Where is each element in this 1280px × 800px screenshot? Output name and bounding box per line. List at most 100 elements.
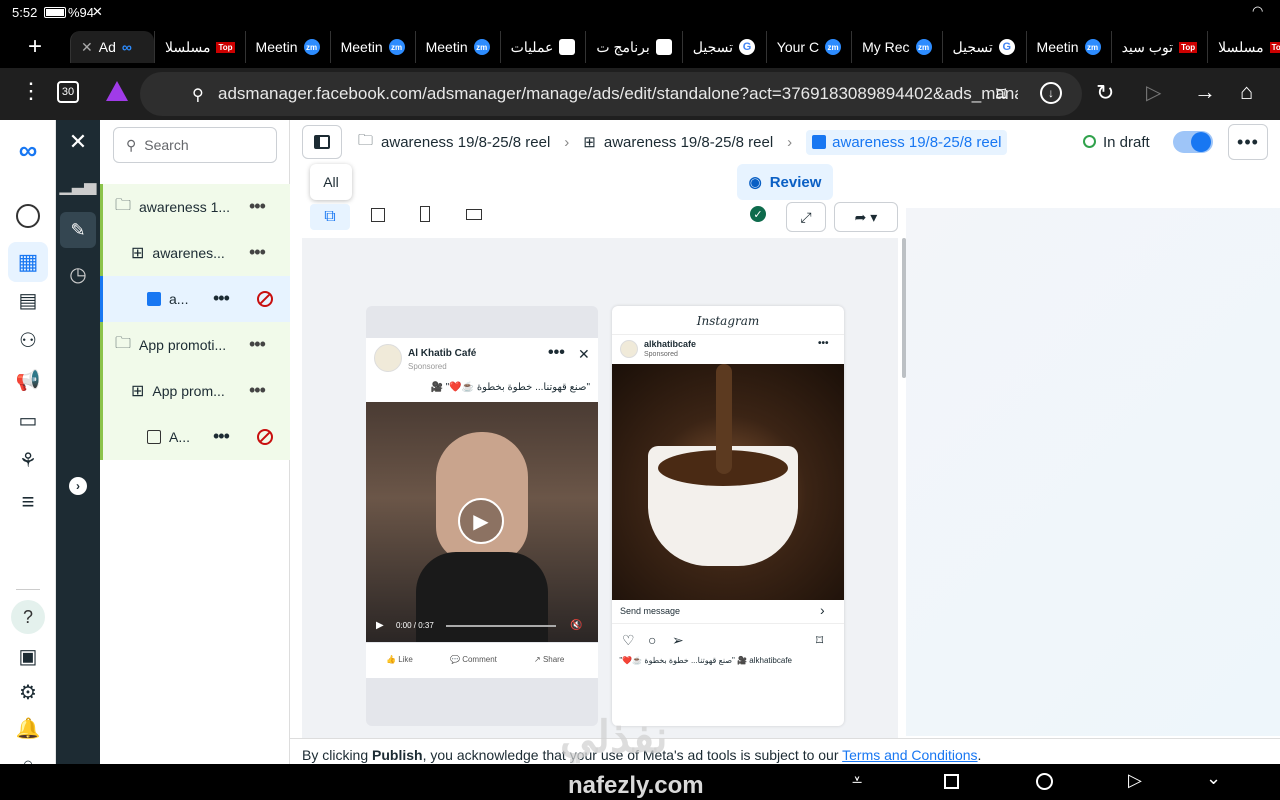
more-icon[interactable]: •••: [249, 334, 266, 355]
share-preview-button[interactable]: ➦ ▾: [834, 202, 898, 232]
video-progress[interactable]: [446, 625, 556, 627]
history-icon[interactable]: ◷: [60, 256, 96, 292]
share-button[interactable]: ↗ Share: [534, 655, 564, 664]
terms-link[interactable]: Terms and Conditions: [842, 747, 977, 763]
browser-tab[interactable]: عمليات: [499, 31, 586, 63]
browser-tab[interactable]: برنامج ت: [585, 31, 681, 63]
browser-tab[interactable]: مسلسلا Top: [1207, 31, 1280, 63]
recents-icon[interactable]: [944, 774, 959, 789]
google-icon: G: [998, 39, 1015, 55]
fb-video[interactable]: ▶ ▶ 0:00 / 0:37 🔇: [366, 402, 598, 642]
comment-button[interactable]: 💬 Comment: [450, 655, 497, 664]
more-options-button[interactable]: •••: [1228, 124, 1268, 160]
play-icon[interactable]: ▶: [458, 498, 504, 544]
browser-tab[interactable]: توب سيد Top: [1110, 31, 1208, 63]
browser-tab[interactable]: تسجيل G: [941, 31, 1026, 63]
browser-tab[interactable]: Meetin zm: [244, 31, 330, 63]
notifications-icon[interactable]: 🔔: [12, 712, 44, 744]
publish-toggle[interactable]: [1173, 131, 1213, 153]
all-tools-icon[interactable]: ≡: [12, 486, 44, 518]
more-icon[interactable]: •••: [213, 288, 230, 309]
keyboard-hide-icon[interactable]: ⩡: [852, 770, 862, 791]
pages-icon[interactable]: ▤: [12, 284, 44, 316]
back-nav-icon[interactable]: ▷: [1128, 770, 1142, 791]
more-icon[interactable]: •••: [249, 196, 266, 217]
chart-icon[interactable]: ▁▃▅: [60, 168, 97, 204]
home-icon[interactable]: ⌂: [1240, 79, 1253, 105]
reload-icon[interactable]: ↻: [1096, 80, 1114, 106]
browser-tab[interactable]: Your C zm: [765, 31, 851, 63]
edit-icon[interactable]: ✎: [60, 212, 96, 248]
forward-icon[interactable]: →: [1194, 79, 1216, 105]
browser-tab[interactable]: Meetin zm: [1025, 31, 1111, 63]
horizontal-format-icon[interactable]: [466, 209, 482, 220]
mute-icon: ✕: [92, 4, 103, 19]
fb-close-icon[interactable]: ✕: [578, 346, 590, 363]
address-bar[interactable]: ⚲ adsmanager.facebook.com/adsmanager/man…: [140, 72, 1082, 116]
campaigns-icon[interactable]: ▦: [8, 242, 48, 282]
site-settings-icon[interactable]: ⚲: [192, 85, 204, 105]
settings-icon[interactable]: ⚙: [12, 676, 44, 708]
browser-tab[interactable]: ✕ Ad ∞: [70, 31, 154, 63]
url-text[interactable]: adsmanager.facebook.com/adsmanager/manag…: [218, 84, 1018, 104]
instagram-preview: Instagram alkhatibcafe Sponsored ••• Sen…: [612, 306, 844, 726]
events-icon[interactable]: ⚘: [12, 444, 44, 476]
fb-more-icon[interactable]: •••: [548, 344, 565, 362]
campaign-tree: ⚲ Search 🗀 awareness 1... ••• ⊞ awarenes... •…: [100, 120, 290, 764]
comment-icon[interactable]: ○: [648, 632, 656, 648]
expand-preview-button[interactable]: ⤢: [786, 202, 826, 232]
ig-avatar: [620, 340, 638, 358]
tree-item-adset[interactable]: ⊞ awarenes... •••: [100, 230, 290, 276]
vertical-format-icon[interactable]: [420, 206, 430, 222]
new-tab-button[interactable]: +: [0, 26, 70, 68]
tab-count-button[interactable]: 30: [57, 81, 79, 103]
close-tab-icon[interactable]: ✕: [81, 39, 93, 56]
billing-icon[interactable]: ▭: [12, 404, 44, 436]
advertise-icon[interactable]: 📢: [12, 364, 44, 396]
expand-icon[interactable]: ›: [69, 477, 87, 495]
browser-tab[interactable]: My Rec zm: [851, 31, 941, 63]
square-format-icon[interactable]: [371, 208, 385, 222]
toggle-panel-button[interactable]: [302, 125, 342, 159]
tree-item-ad[interactable]: A... •••: [100, 414, 290, 460]
tree-item-campaign[interactable]: 🗀 App promoti... •••: [100, 322, 290, 368]
more-icon[interactable]: •••: [213, 426, 230, 447]
menu-icon[interactable]: ⋮: [20, 80, 42, 102]
browser-tab[interactable]: Meetin zm: [414, 31, 500, 63]
breadcrumb-campaign[interactable]: awareness 19/8-25/8 reel: [381, 134, 550, 151]
more-icon[interactable]: •••: [249, 242, 266, 263]
bookmark-icon[interactable]: ⌑: [996, 82, 1006, 107]
ig-more-icon[interactable]: •••: [818, 338, 829, 349]
audiences-icon[interactable]: ⚇: [12, 324, 44, 356]
heart-icon[interactable]: ♡: [622, 632, 635, 649]
help-icon[interactable]: ?: [11, 600, 45, 634]
all-placements-tab[interactable]: ⧉: [310, 204, 350, 230]
dashboard-icon[interactable]: [16, 204, 40, 228]
tree-item-adset[interactable]: ⊞ App prom... •••: [100, 368, 290, 414]
close-icon[interactable]: ✕: [60, 124, 96, 160]
video-play-icon[interactable]: ▶: [376, 620, 384, 631]
browser-tab[interactable]: تسجيل G: [681, 31, 766, 63]
meta-logo-icon[interactable]: ∞: [12, 134, 44, 166]
breadcrumb-ad[interactable]: awareness 19/8-25/8 reel: [806, 129, 1008, 155]
editor-nav: ✕ ▁▃▅ ✎ ◷ ›: [56, 120, 100, 764]
send-message-cta[interactable]: Send message ›: [612, 600, 844, 624]
breadcrumb-adset[interactable]: awareness 19/8-25/8 reel: [604, 134, 773, 151]
chevron-down-icon[interactable]: ⌄: [1206, 768, 1221, 789]
save-icon[interactable]: ⌑: [816, 632, 823, 649]
mute-icon[interactable]: 🔇: [570, 620, 582, 631]
search-input[interactable]: ⚲ Search: [113, 127, 277, 163]
home-nav-icon[interactable]: [1036, 773, 1053, 790]
tree-item-campaign[interactable]: 🗀 awareness 1... •••: [100, 184, 290, 230]
tree-item-ad[interactable]: a... •••: [100, 276, 290, 322]
play-icon[interactable]: ▷: [1146, 80, 1161, 105]
more-icon[interactable]: •••: [249, 380, 266, 401]
review-button[interactable]: ◉ Review: [737, 164, 833, 200]
browser-tab[interactable]: Meetin zm: [329, 31, 415, 63]
brave-rewards-icon[interactable]: [106, 81, 128, 101]
download-icon[interactable]: ↓: [1040, 82, 1062, 104]
like-button[interactable]: 👍 Like: [386, 655, 413, 664]
send-icon[interactable]: ➢: [672, 632, 684, 649]
reports-icon[interactable]: ▣: [12, 640, 44, 672]
browser-tab[interactable]: مسلسلا Top: [154, 31, 245, 63]
